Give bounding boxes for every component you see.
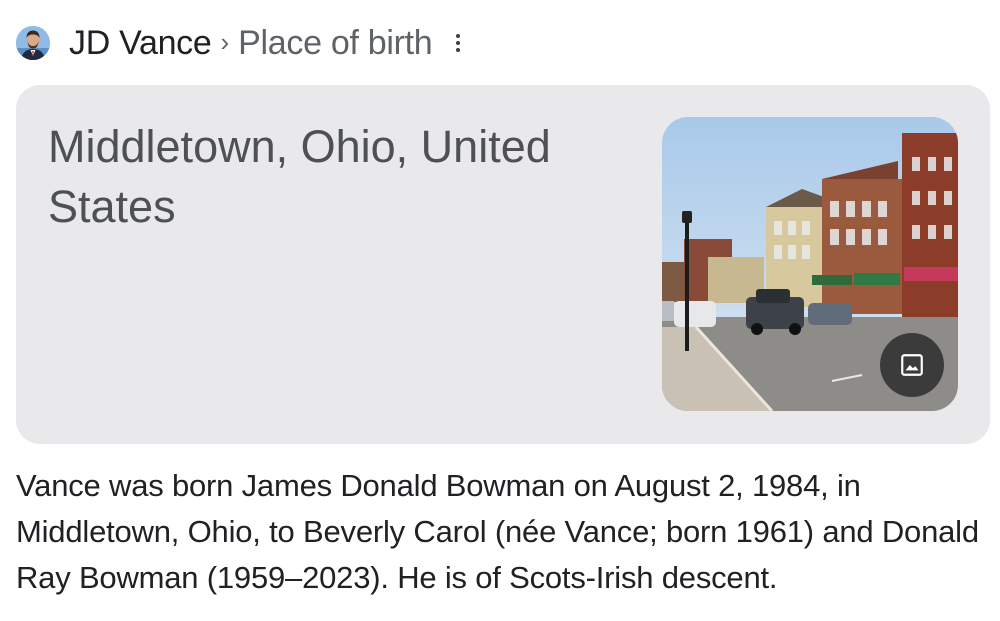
entity-avatar[interactable] — [16, 26, 50, 60]
breadcrumb: JD Vance › Place of birth — [16, 22, 464, 64]
place-photo[interactable] — [662, 117, 958, 411]
breadcrumb-entity[interactable]: JD Vance — [69, 24, 212, 63]
more-vert-icon[interactable] — [452, 26, 464, 60]
description-snippet: Vance was born James Donald Bowman on Au… — [16, 468, 979, 595]
answer-card: Middletown, Ohio, United States — [16, 85, 990, 444]
breadcrumb-attribute: Place of birth — [238, 23, 433, 62]
person-avatar-icon — [16, 26, 50, 60]
image-icon[interactable] — [880, 333, 944, 397]
answer-value: Middletown, Ohio, United States — [48, 121, 551, 232]
image-glyph-icon — [901, 354, 923, 376]
breadcrumb-separator: › — [220, 26, 230, 57]
